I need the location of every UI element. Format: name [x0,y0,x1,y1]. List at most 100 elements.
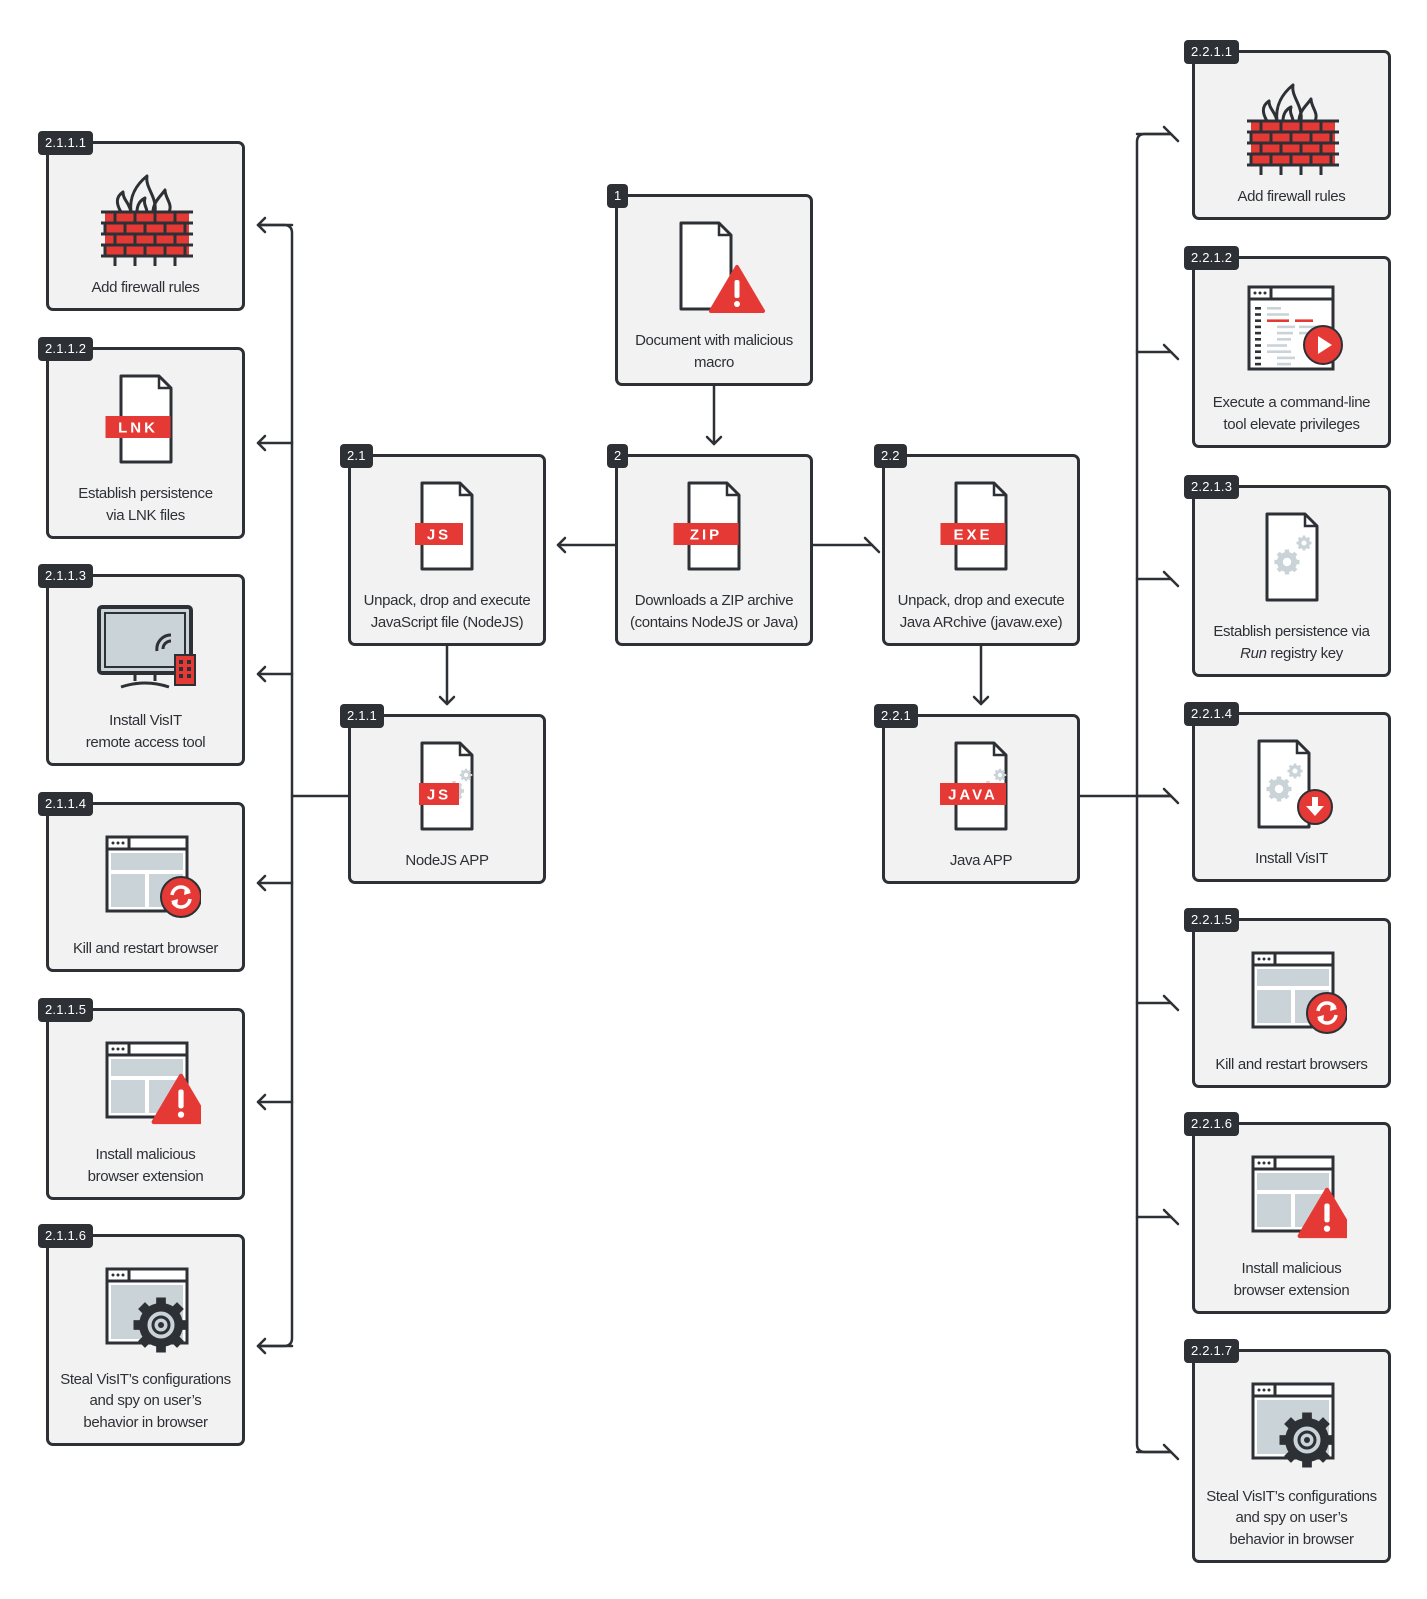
file-type-badge: JS [427,527,451,544]
step-number-tag: 2.2.1.1 [1184,40,1240,64]
node-label-line: Unpack, drop and execute [363,592,531,609]
step-node-2-2-1-6: 2.2.1.6 Install malicious browser extensio… [1184,1112,1391,1314]
node-label-line: Establish persistence via [1213,623,1370,640]
node-label-line: Kill and restart browser [73,939,218,957]
step-node-2-2-1-5: 2.2.1.5 Kill and restart browsers [1184,908,1391,1088]
node-label: Establish persistence via LNK files [49,483,242,526]
step-number-tag: 2.1.1.2 [38,337,94,361]
node-label: Kill and restart browser [49,938,242,960]
connector [256,223,294,1348]
node-label: Unpack, drop and execute Java ARchive (ja… [885,590,1077,633]
node-label: Add firewall rules [1195,186,1388,208]
doc-warning-icon [659,219,769,319]
doc-gear-badge-icon: JAVA [926,739,1036,839]
step-number-tag: 2.2.1.6 [1184,1112,1240,1136]
node-label-line: Steal VisIT’s configurations [1206,1487,1377,1505]
step-node-2-1-1: 2.1.1 JS NodeJS APP [340,704,546,884]
step-number-tag: 2.2.1.2 [1184,246,1240,270]
step-node-2-2-1-2: 2.2.1.2 Execute a command-line tool elevat… [1184,246,1391,448]
doc-gear-download-icon [1237,737,1347,837]
node-label-line: browser extension [1233,1281,1350,1299]
node-label: Unpack, drop and execute JavaScript file … [351,590,543,633]
node-label: Execute a command-line tool elevate privi… [1195,392,1388,435]
node-label-line: Install VisIT [1255,849,1328,867]
node-label-line: Document with malicious [635,332,793,349]
file-type-badge: EXE [953,527,992,544]
step-number-tag: 2 [607,444,629,468]
node-label-line: Establish persistence [78,485,213,502]
node-label-line: and spy on user’s [89,1392,202,1409]
step-number-tag: 2.1.1.3 [38,564,94,588]
node-label-line: via LNK files [106,506,185,524]
doc-gear-icon [1237,510,1347,610]
doc-gear-badge-icon: JS [392,739,502,839]
node-label-line: Unpack, drop and execute [897,592,1065,609]
terminal-play-icon [1237,281,1347,381]
doc-badge-icon: ZIP [659,479,769,579]
node-label-line: (contains NodeJS or Java) [630,613,798,631]
step-node-2-2-1-3: 2.2.1.3 Establish persistence via Run regi… [1184,475,1391,677]
browser-warning-icon [91,1033,201,1133]
node-label: Document with malicious macro [618,330,810,373]
download-icon [1296,789,1333,825]
step-number-tag: 2.2.1.7 [1184,1339,1240,1363]
node-label-line: macro [694,353,734,371]
doc-badge-icon: LNK [91,372,201,472]
node-label-rest: registry key [1266,644,1343,662]
file-type-badge: LNK [118,420,158,437]
step-number-tag: 2.1.1.6 [38,1224,94,1248]
node-label-line: Execute a command-line [1212,394,1371,411]
step-node-2-1-1-2: 2.1.1.2 LNK Establish persistence via LNK f… [38,337,245,539]
node-label: Install malicious browser extension [1195,1258,1388,1301]
node-label: Steal VisIT’s configurations and spy on u… [1195,1486,1388,1551]
doc-badge-icon: JS [392,479,502,579]
step-node-2-2-1: 2.2.1 JAVA Java APP [874,704,1080,884]
node-label-line: NodeJS APP [405,851,489,869]
step-node-2-1-1-1: 2.1.1.1 Add firewall rules [38,131,245,311]
step-node-2-2-1-1: 2.2.1.1 Add firewall rules [1184,40,1391,220]
monitor-remote-icon [91,599,201,699]
node-label-line: Install VisIT [109,712,182,729]
node-label-line: JavaScript file (NodeJS) [370,613,524,631]
doc-badge-icon: EXE [926,479,1036,579]
node-label: Steal VisIT’s configurations and spy on u… [49,1369,242,1434]
step-number-tag: 2.1.1.5 [38,998,94,1022]
browser-gear-icon [1237,1374,1347,1474]
node-label-line: and spy on user’s [1235,1509,1348,1526]
step-node-2-1-1-3: 2.1.1.3 Install VisIT remote access tool [38,564,245,766]
step-node-2-2-1-7: 2.2.1.7 Steal VisIT’s configurations and s… [1184,1339,1391,1563]
step-node-2-2-1-4: 2.2.1.4 Install VisIT [1184,702,1391,882]
node-label-line: Java APP [949,851,1013,869]
step-number-tag: 2.2.1 [874,704,918,728]
node-label-line: Add firewall rules [1237,187,1346,205]
file-type-badge: JS [427,787,451,804]
step-number-tag: 2.1.1 [340,704,384,728]
play-icon [1302,325,1343,365]
node-label-line: tool elevate privileges [1223,415,1360,433]
step-node-2-1-1-5: 2.1.1.5 Install malicious browser extensio… [38,998,245,1200]
node-label: Java APP [885,850,1077,872]
node-label-line: Add firewall rules [91,278,200,296]
file-type-badge: JAVA [948,787,998,804]
step-node-2: 2 ZIP Downloads a ZIP archive (contains Nod… [607,444,813,646]
node-label: Install VisIT [1195,848,1388,870]
browser-warning-icon [1237,1147,1347,1247]
node-label-line: behavior in browser [1229,1530,1354,1548]
node-label-line: behavior in browser [83,1413,208,1431]
browser-refresh-icon [91,827,201,927]
node-label: NodeJS APP [351,850,543,872]
step-node-2-2: 2.2 EXE Unpack, drop and execute Java ARchi… [874,444,1080,646]
node-label: Downloads a ZIP archive (contains NodeJS … [618,590,810,633]
step-number-tag: 2.1 [340,444,373,468]
firewall-icon [91,166,201,266]
node-label-line: Run registry key [1195,643,1388,665]
node-label: Add firewall rules [49,277,242,299]
node-label-line: browser extension [87,1167,204,1185]
step-node-2-1-1-6: 2.1.1.6 Steal VisIT’s configurations and s… [38,1224,245,1446]
node-label: Install VisIT remote access tool [49,710,242,753]
node-label-line: Steal VisIT’s configurations [60,1370,231,1388]
node-label-line: Install malicious [1241,1260,1342,1277]
step-number-tag: 2.1.1.4 [38,792,94,816]
node-label: Establish persistence via Run registry ke… [1195,621,1388,664]
node-label-line: Kill and restart browsers [1215,1055,1368,1073]
